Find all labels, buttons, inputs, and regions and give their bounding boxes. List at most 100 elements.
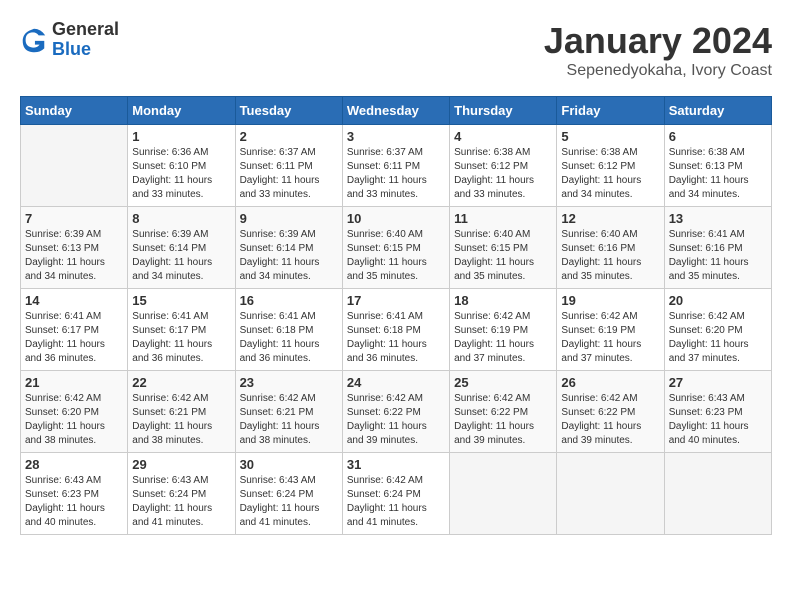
col-wednesday: Wednesday: [342, 97, 449, 125]
day-number: 10: [347, 211, 445, 226]
calendar-cell: 9 Sunrise: 6:39 AMSunset: 6:14 PMDayligh…: [235, 207, 342, 289]
day-detail: Sunrise: 6:43 AMSunset: 6:23 PMDaylight:…: [669, 392, 767, 448]
title-block: January 2024 Sepenedyokaha, Ivory Coast: [544, 20, 772, 80]
calendar-cell: [450, 453, 557, 535]
col-saturday: Saturday: [664, 97, 771, 125]
day-detail: Sunrise: 6:39 AMSunset: 6:14 PMDaylight:…: [132, 228, 230, 284]
calendar-cell: 26 Sunrise: 6:42 AMSunset: 6:22 PMDaylig…: [557, 371, 664, 453]
logo-icon: [20, 26, 48, 54]
col-monday: Monday: [128, 97, 235, 125]
day-number: 12: [561, 211, 659, 226]
calendar-table: Sunday Monday Tuesday Wednesday Thursday…: [20, 96, 772, 535]
day-number: 9: [240, 211, 338, 226]
day-number: 11: [454, 211, 552, 226]
col-thursday: Thursday: [450, 97, 557, 125]
day-detail: Sunrise: 6:43 AMSunset: 6:23 PMDaylight:…: [25, 474, 123, 530]
day-number: 20: [669, 293, 767, 308]
day-detail: Sunrise: 6:42 AMSunset: 6:22 PMDaylight:…: [561, 392, 659, 448]
calendar-cell: [557, 453, 664, 535]
calendar-week-4: 21 Sunrise: 6:42 AMSunset: 6:20 PMDaylig…: [21, 371, 772, 453]
calendar-cell: [664, 453, 771, 535]
calendar-week-2: 7 Sunrise: 6:39 AMSunset: 6:13 PMDayligh…: [21, 207, 772, 289]
day-detail: Sunrise: 6:42 AMSunset: 6:20 PMDaylight:…: [25, 392, 123, 448]
day-detail: Sunrise: 6:39 AMSunset: 6:14 PMDaylight:…: [240, 228, 338, 284]
day-number: 3: [347, 129, 445, 144]
day-number: 26: [561, 375, 659, 390]
logo-blue: Blue: [52, 40, 119, 60]
calendar-cell: 8 Sunrise: 6:39 AMSunset: 6:14 PMDayligh…: [128, 207, 235, 289]
header-row: Sunday Monday Tuesday Wednesday Thursday…: [21, 97, 772, 125]
day-number: 6: [669, 129, 767, 144]
day-detail: Sunrise: 6:40 AMSunset: 6:15 PMDaylight:…: [347, 228, 445, 284]
day-number: 4: [454, 129, 552, 144]
calendar-cell: 23 Sunrise: 6:42 AMSunset: 6:21 PMDaylig…: [235, 371, 342, 453]
day-number: 7: [25, 211, 123, 226]
day-number: 19: [561, 293, 659, 308]
calendar-cell: 24 Sunrise: 6:42 AMSunset: 6:22 PMDaylig…: [342, 371, 449, 453]
day-number: 1: [132, 129, 230, 144]
calendar-cell: 27 Sunrise: 6:43 AMSunset: 6:23 PMDaylig…: [664, 371, 771, 453]
calendar-cell: 7 Sunrise: 6:39 AMSunset: 6:13 PMDayligh…: [21, 207, 128, 289]
day-number: 31: [347, 457, 445, 472]
page-header: General Blue January 2024 Sepenedyokaha,…: [20, 20, 772, 80]
logo: General Blue: [20, 20, 119, 60]
day-detail: Sunrise: 6:41 AMSunset: 6:16 PMDaylight:…: [669, 228, 767, 284]
calendar-cell: 14 Sunrise: 6:41 AMSunset: 6:17 PMDaylig…: [21, 289, 128, 371]
day-detail: Sunrise: 6:41 AMSunset: 6:18 PMDaylight:…: [347, 310, 445, 366]
calendar-week-1: 1 Sunrise: 6:36 AMSunset: 6:10 PMDayligh…: [21, 125, 772, 207]
calendar-cell: 19 Sunrise: 6:42 AMSunset: 6:19 PMDaylig…: [557, 289, 664, 371]
calendar-cell: 31 Sunrise: 6:42 AMSunset: 6:24 PMDaylig…: [342, 453, 449, 535]
calendar-cell: 3 Sunrise: 6:37 AMSunset: 6:11 PMDayligh…: [342, 125, 449, 207]
calendar-cell: 1 Sunrise: 6:36 AMSunset: 6:10 PMDayligh…: [128, 125, 235, 207]
day-number: 8: [132, 211, 230, 226]
day-detail: Sunrise: 6:42 AMSunset: 6:21 PMDaylight:…: [132, 392, 230, 448]
calendar-cell: 5 Sunrise: 6:38 AMSunset: 6:12 PMDayligh…: [557, 125, 664, 207]
day-detail: Sunrise: 6:37 AMSunset: 6:11 PMDaylight:…: [240, 146, 338, 202]
calendar-cell: 30 Sunrise: 6:43 AMSunset: 6:24 PMDaylig…: [235, 453, 342, 535]
day-detail: Sunrise: 6:39 AMSunset: 6:13 PMDaylight:…: [25, 228, 123, 284]
calendar-cell: 2 Sunrise: 6:37 AMSunset: 6:11 PMDayligh…: [235, 125, 342, 207]
col-sunday: Sunday: [21, 97, 128, 125]
day-detail: Sunrise: 6:42 AMSunset: 6:20 PMDaylight:…: [669, 310, 767, 366]
day-number: 25: [454, 375, 552, 390]
day-number: 5: [561, 129, 659, 144]
calendar-cell: 17 Sunrise: 6:41 AMSunset: 6:18 PMDaylig…: [342, 289, 449, 371]
day-detail: Sunrise: 6:37 AMSunset: 6:11 PMDaylight:…: [347, 146, 445, 202]
day-detail: Sunrise: 6:43 AMSunset: 6:24 PMDaylight:…: [240, 474, 338, 530]
col-friday: Friday: [557, 97, 664, 125]
day-number: 13: [669, 211, 767, 226]
calendar-cell: 28 Sunrise: 6:43 AMSunset: 6:23 PMDaylig…: [21, 453, 128, 535]
day-detail: Sunrise: 6:40 AMSunset: 6:15 PMDaylight:…: [454, 228, 552, 284]
day-detail: Sunrise: 6:42 AMSunset: 6:22 PMDaylight:…: [454, 392, 552, 448]
calendar-cell: 25 Sunrise: 6:42 AMSunset: 6:22 PMDaylig…: [450, 371, 557, 453]
calendar-cell: 12 Sunrise: 6:40 AMSunset: 6:16 PMDaylig…: [557, 207, 664, 289]
calendar-cell: [21, 125, 128, 207]
day-detail: Sunrise: 6:38 AMSunset: 6:12 PMDaylight:…: [561, 146, 659, 202]
day-detail: Sunrise: 6:38 AMSunset: 6:12 PMDaylight:…: [454, 146, 552, 202]
calendar-cell: 4 Sunrise: 6:38 AMSunset: 6:12 PMDayligh…: [450, 125, 557, 207]
day-detail: Sunrise: 6:41 AMSunset: 6:18 PMDaylight:…: [240, 310, 338, 366]
day-detail: Sunrise: 6:36 AMSunset: 6:10 PMDaylight:…: [132, 146, 230, 202]
calendar-cell: 10 Sunrise: 6:40 AMSunset: 6:15 PMDaylig…: [342, 207, 449, 289]
day-detail: Sunrise: 6:41 AMSunset: 6:17 PMDaylight:…: [132, 310, 230, 366]
day-number: 18: [454, 293, 552, 308]
day-number: 17: [347, 293, 445, 308]
day-detail: Sunrise: 6:38 AMSunset: 6:13 PMDaylight:…: [669, 146, 767, 202]
calendar-cell: 20 Sunrise: 6:42 AMSunset: 6:20 PMDaylig…: [664, 289, 771, 371]
col-tuesday: Tuesday: [235, 97, 342, 125]
day-detail: Sunrise: 6:43 AMSunset: 6:24 PMDaylight:…: [132, 474, 230, 530]
day-number: 27: [669, 375, 767, 390]
logo-general: General: [52, 20, 119, 40]
calendar-cell: 16 Sunrise: 6:41 AMSunset: 6:18 PMDaylig…: [235, 289, 342, 371]
day-number: 15: [132, 293, 230, 308]
day-number: 29: [132, 457, 230, 472]
day-number: 23: [240, 375, 338, 390]
day-detail: Sunrise: 6:42 AMSunset: 6:19 PMDaylight:…: [561, 310, 659, 366]
day-number: 16: [240, 293, 338, 308]
calendar-cell: 15 Sunrise: 6:41 AMSunset: 6:17 PMDaylig…: [128, 289, 235, 371]
calendar-week-5: 28 Sunrise: 6:43 AMSunset: 6:23 PMDaylig…: [21, 453, 772, 535]
day-detail: Sunrise: 6:42 AMSunset: 6:21 PMDaylight:…: [240, 392, 338, 448]
calendar-cell: 6 Sunrise: 6:38 AMSunset: 6:13 PMDayligh…: [664, 125, 771, 207]
calendar-cell: 13 Sunrise: 6:41 AMSunset: 6:16 PMDaylig…: [664, 207, 771, 289]
calendar-cell: 18 Sunrise: 6:42 AMSunset: 6:19 PMDaylig…: [450, 289, 557, 371]
